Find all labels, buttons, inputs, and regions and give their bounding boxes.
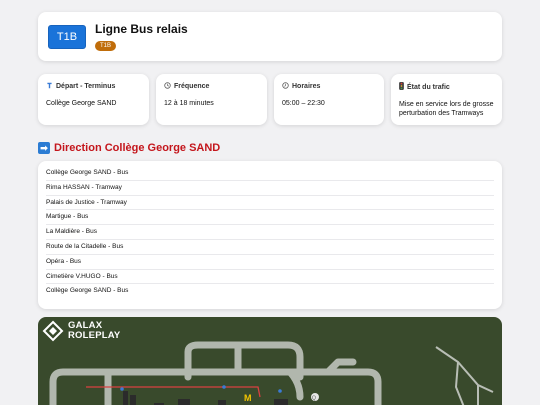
stop-item: Opéra - Bus xyxy=(46,255,494,270)
stop-item: Route de la Citadelle - Bus xyxy=(46,240,494,255)
direction-label: Direction Collège George SAND xyxy=(54,142,221,154)
stop-item: Collège George SAND - Bus xyxy=(46,166,494,181)
galax-logo-icon xyxy=(42,320,64,342)
svg-text:M: M xyxy=(244,393,252,403)
stop-item: La Maldière - Bus xyxy=(46,225,494,240)
clock-icon xyxy=(164,82,171,91)
info-value-horaires: 05:00 – 22:30 xyxy=(282,100,325,107)
logo-text-line2: ROLEPLAY xyxy=(68,330,121,341)
stop-item: Martigue - Bus xyxy=(46,210,494,226)
info-value-frequence: 12 à 18 minutes xyxy=(164,100,214,107)
line-header-card: T1B Ligne Bus relais T1B xyxy=(38,12,502,61)
stop-item: Palais de Justice - Tramway xyxy=(46,196,494,211)
stop-item: Cimetière V.HUGO - Bus xyxy=(46,270,494,285)
page-title: Ligne Bus relais xyxy=(95,22,188,36)
stop-item: Collège George SAND - Bus xyxy=(46,287,129,295)
info-card-etat-trafic: État du trafic Mise en service lors de g… xyxy=(391,74,502,125)
time-icon xyxy=(282,82,289,91)
svg-text:Q: Q xyxy=(312,396,316,402)
info-title-etat-trafic: État du trafic xyxy=(407,83,450,91)
route-map[interactable]: M Q GALAX ROLEPLAY xyxy=(38,317,502,405)
info-title-horaires: Horaires xyxy=(292,83,321,90)
galax-roleplay-logo: GALAX ROLEPLAY xyxy=(42,320,120,342)
info-value-etat-trafic: Mise en service lors de grosse perturbat… xyxy=(399,101,494,117)
stop-item: Rima HASSAN - Tramway xyxy=(46,181,494,196)
info-card-terminus: Départ - Terminus Collège George SAND xyxy=(38,74,149,125)
info-title-frequence: Fréquence xyxy=(174,83,210,90)
line-pill-badge: T1B xyxy=(95,41,117,51)
terminus-icon xyxy=(46,82,53,91)
traffic-light-icon xyxy=(399,82,404,92)
stops-list: Collège George SAND - Bus Rima HASSAN - … xyxy=(38,161,502,309)
arrow-right-icon: ➡ xyxy=(38,142,50,154)
info-title-terminus: Départ - Terminus xyxy=(56,83,116,90)
line-code-badge: T1B xyxy=(48,24,86,49)
info-card-horaires: Horaires 05:00 – 22:30 xyxy=(274,74,384,125)
info-card-frequence: Fréquence 12 à 18 minutes xyxy=(156,74,267,125)
line-header-text: Ligne Bus relais T1B xyxy=(95,22,188,51)
direction-heading: ➡ Direction Collège George SAND xyxy=(38,142,220,154)
info-value-terminus: Collège George SAND xyxy=(46,100,117,107)
